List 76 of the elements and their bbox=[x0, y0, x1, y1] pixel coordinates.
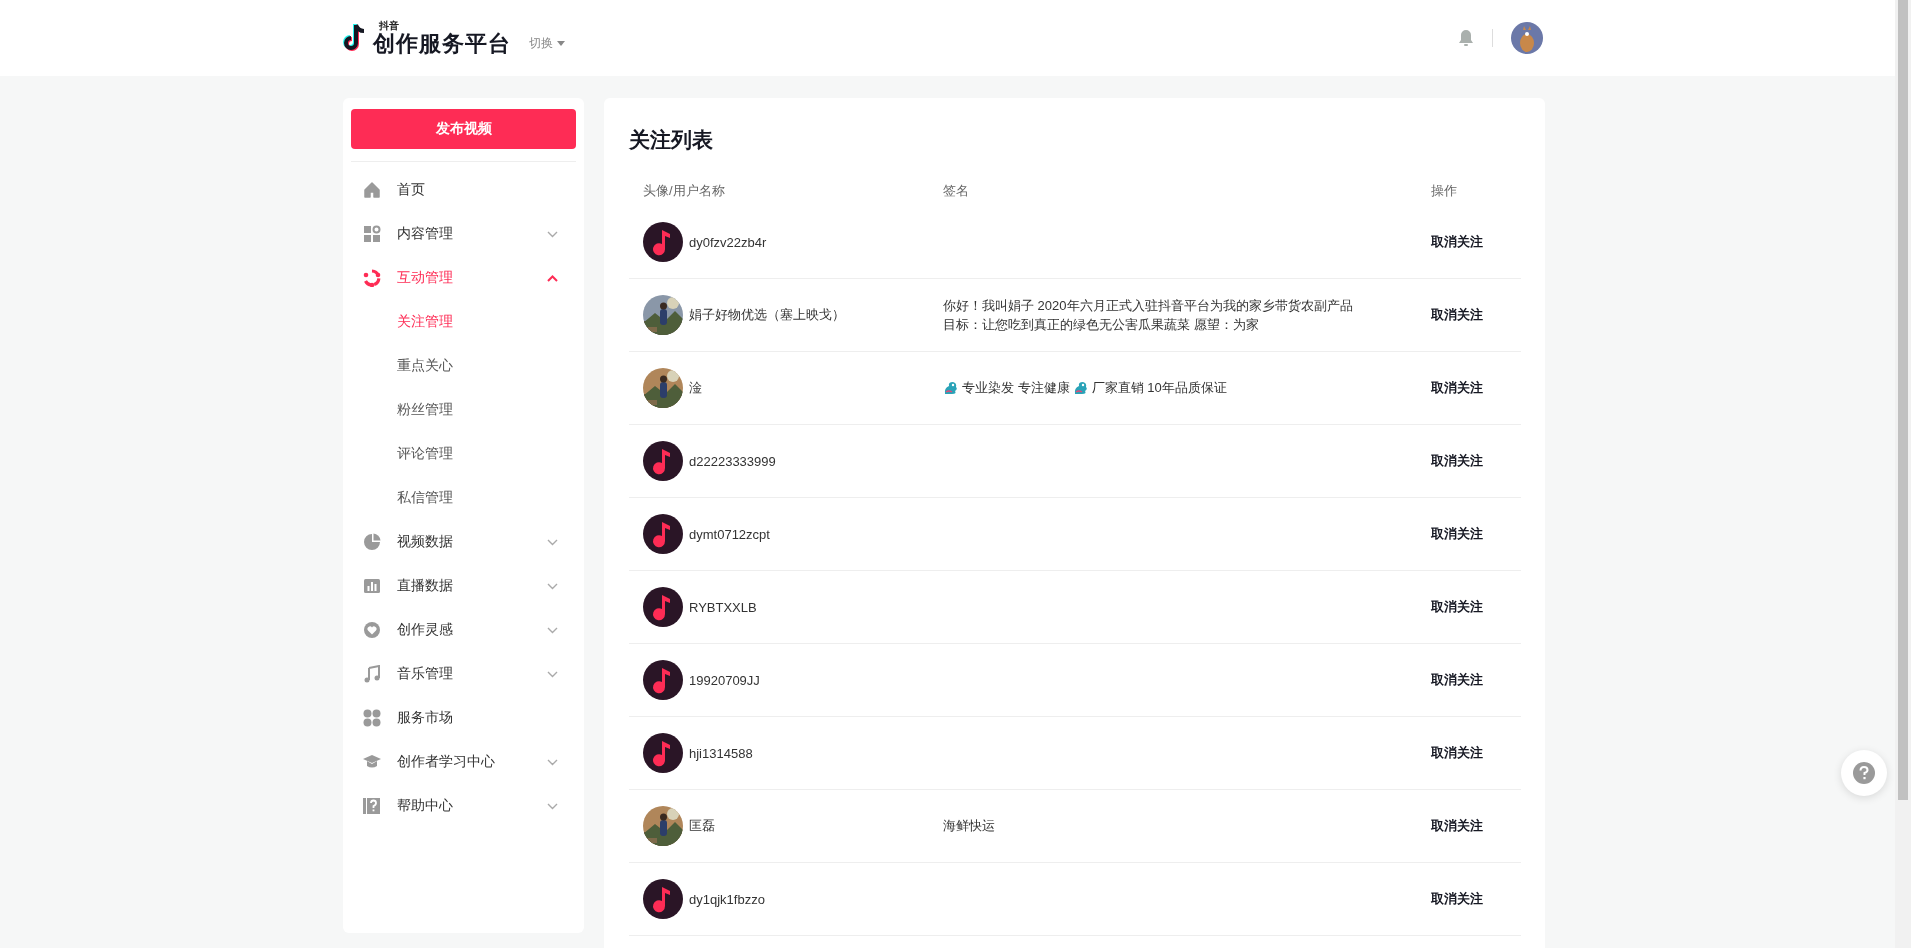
home-icon bbox=[363, 181, 381, 199]
music-note-avatar-icon bbox=[643, 879, 683, 919]
sidebar-item[interactable]: 互动管理 bbox=[397, 269, 547, 287]
unfollow-button[interactable]: 取消关注 bbox=[1431, 525, 1483, 543]
music-note-avatar-icon bbox=[643, 660, 683, 700]
page-title: 关注列表 bbox=[629, 127, 714, 153]
signature-text: 厂家直销 10年品质保证 bbox=[1091, 379, 1227, 398]
unfollow-button[interactable]: 取消关注 bbox=[1431, 671, 1483, 689]
user-name[interactable]: dy1qjk1fbzzo bbox=[689, 891, 765, 907]
question-icon bbox=[363, 797, 381, 815]
bell-icon[interactable] bbox=[1458, 29, 1474, 47]
sidebar-item[interactable]: 音乐管理 bbox=[397, 665, 547, 683]
sidebar-item[interactable]: 帮助中心 bbox=[397, 797, 547, 815]
unfollow-button[interactable]: 取消关注 bbox=[1431, 452, 1483, 470]
user-name[interactable]: 19920709JJ bbox=[689, 672, 760, 688]
user-name[interactable]: dy0fzv22zb4r bbox=[689, 234, 767, 250]
music-note-avatar-icon bbox=[643, 441, 683, 481]
scrollbar[interactable] bbox=[1895, 0, 1911, 948]
unfollow-button[interactable]: 取消关注 bbox=[1431, 598, 1483, 616]
bar-chart-icon bbox=[363, 577, 381, 595]
submenu-item[interactable]: 关注管理 bbox=[397, 313, 453, 331]
sidebar-item[interactable]: 直播数据 bbox=[397, 577, 547, 595]
clover-icon bbox=[363, 709, 381, 727]
chevron-icon[interactable] bbox=[547, 802, 558, 810]
user-name[interactable]: 匡磊 bbox=[689, 817, 715, 835]
column-header: 操作 bbox=[1431, 182, 1458, 200]
signature-text: 专业染发 专注健康 bbox=[962, 379, 1070, 398]
help-button[interactable] bbox=[1841, 750, 1887, 796]
unfollow-button[interactable]: 取消关注 bbox=[1431, 817, 1483, 835]
signature-text: 海鲜快运 bbox=[943, 817, 995, 836]
column-header: 头像/用户名称 bbox=[643, 182, 726, 200]
submenu-item[interactable]: 重点关心 bbox=[397, 357, 453, 375]
question-icon bbox=[1853, 762, 1875, 784]
switch-button[interactable]: 切换 bbox=[529, 34, 565, 52]
pie-chart-icon bbox=[363, 533, 381, 551]
chevron-icon[interactable] bbox=[547, 758, 558, 766]
sidebar-item[interactable]: 创作者学习中心 bbox=[397, 753, 547, 771]
publish-video-button[interactable]: 发布视频 bbox=[351, 109, 576, 149]
signature-line: 你好！我叫娟子 2020年六月正式入驻抖音平台为我的家乡带货农副产品 bbox=[943, 296, 1354, 315]
user-name[interactable]: dymt0712zcpt bbox=[689, 526, 770, 542]
music-note-avatar-icon bbox=[643, 222, 683, 262]
music-note-avatar-icon bbox=[643, 733, 683, 773]
column-header: 签名 bbox=[943, 182, 970, 200]
chevron-icon[interactable] bbox=[547, 626, 558, 634]
music-note-avatar-icon bbox=[643, 514, 683, 554]
unfollow-button[interactable]: 取消关注 bbox=[1431, 233, 1483, 251]
user-name[interactable]: 淦 bbox=[689, 379, 702, 397]
chevron-icon[interactable] bbox=[547, 582, 558, 590]
user-name[interactable]: d22223333999 bbox=[689, 453, 776, 469]
sidebar-item[interactable]: 首页 bbox=[397, 181, 558, 199]
sidebar-item[interactable]: 内容管理 bbox=[397, 225, 547, 243]
sidebar-item[interactable]: 服务市场 bbox=[397, 709, 558, 727]
unfollow-button[interactable]: 取消关注 bbox=[1431, 744, 1483, 762]
brand-subtitle: 抖音 bbox=[379, 21, 400, 31]
chevron-icon[interactable] bbox=[547, 274, 558, 282]
submenu-item[interactable]: 私信管理 bbox=[397, 489, 453, 507]
sidebar-item[interactable]: 视频数据 bbox=[397, 533, 547, 551]
chevron-icon[interactable] bbox=[547, 230, 558, 238]
user-name[interactable]: RYBTXXLB bbox=[689, 599, 757, 615]
grid-icon bbox=[363, 225, 381, 243]
avatar-drawing[interactable] bbox=[1511, 22, 1543, 54]
unfollow-button[interactable]: 取消关注 bbox=[1431, 890, 1483, 908]
user-name[interactable]: 娟子好物优选（塞上映戈） bbox=[689, 306, 845, 324]
submenu-item[interactable]: 粉丝管理 bbox=[397, 401, 453, 419]
brand-title: 创作服务平台 bbox=[373, 33, 511, 55]
unfollow-button[interactable]: 取消关注 bbox=[1431, 379, 1483, 397]
caret-icon bbox=[557, 40, 565, 46]
music-note-icon bbox=[363, 665, 381, 683]
unfollow-button[interactable]: 取消关注 bbox=[1431, 306, 1483, 324]
signature-line: 目标：让您吃到真正的绿色无公害瓜果蔬菜 愿望：为家 bbox=[943, 316, 1260, 334]
user-name[interactable]: hji1314588 bbox=[689, 745, 753, 761]
submenu-item[interactable]: 评论管理 bbox=[397, 445, 453, 463]
chevron-icon[interactable] bbox=[547, 538, 558, 546]
chevron-icon[interactable] bbox=[547, 670, 558, 678]
sidebar-item[interactable]: 创作灵感 bbox=[397, 621, 547, 639]
music-note-avatar-icon bbox=[643, 587, 683, 627]
